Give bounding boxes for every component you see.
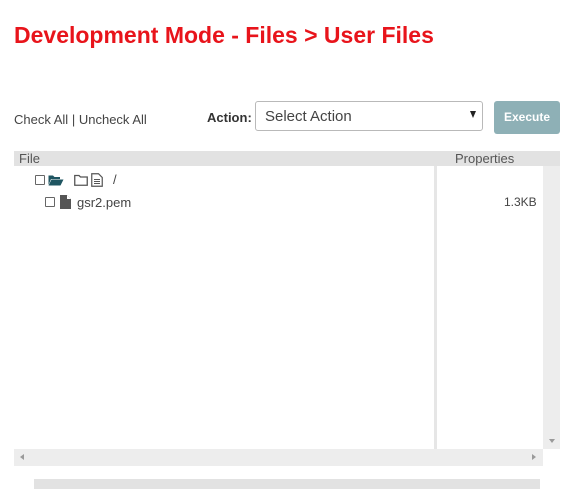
folder-icon[interactable]	[74, 174, 88, 186]
bottom-scroll-track[interactable]	[34, 479, 540, 489]
column-header-properties: Properties	[455, 151, 515, 166]
caret-down-icon	[470, 111, 476, 118]
scroll-left-icon[interactable]	[20, 454, 24, 460]
check-all-link[interactable]: Check All	[14, 112, 68, 127]
folder-open-icon[interactable]	[48, 174, 64, 186]
root-folder-label[interactable]: /	[113, 172, 117, 187]
vertical-scrollbar[interactable]	[543, 166, 560, 449]
root-checkbox[interactable]	[35, 175, 45, 185]
action-select-value: Select Action	[265, 108, 352, 125]
check-separator: |	[71, 112, 76, 127]
document-icon[interactable]	[91, 173, 103, 187]
file-checkbox[interactable]	[45, 197, 55, 207]
check-controls: Check All | Uncheck All	[14, 112, 147, 127]
pane-divider[interactable]	[434, 166, 437, 449]
uncheck-all-link[interactable]: Uncheck All	[79, 112, 147, 127]
file-name[interactable]: gsr2.pem	[77, 195, 131, 210]
execute-button[interactable]: Execute	[494, 101, 560, 134]
horizontal-scrollbar[interactable]	[14, 449, 543, 466]
action-select[interactable]: Select Action	[255, 101, 483, 131]
scroll-down-icon[interactable]	[549, 439, 555, 443]
column-header-file: File	[19, 151, 40, 166]
action-label: Action:	[207, 110, 252, 125]
file-size: 1.3KB	[504, 195, 537, 209]
scroll-right-icon[interactable]	[532, 454, 536, 460]
page-title: Development Mode - Files > User Files	[14, 22, 434, 48]
file-icon	[60, 195, 71, 209]
